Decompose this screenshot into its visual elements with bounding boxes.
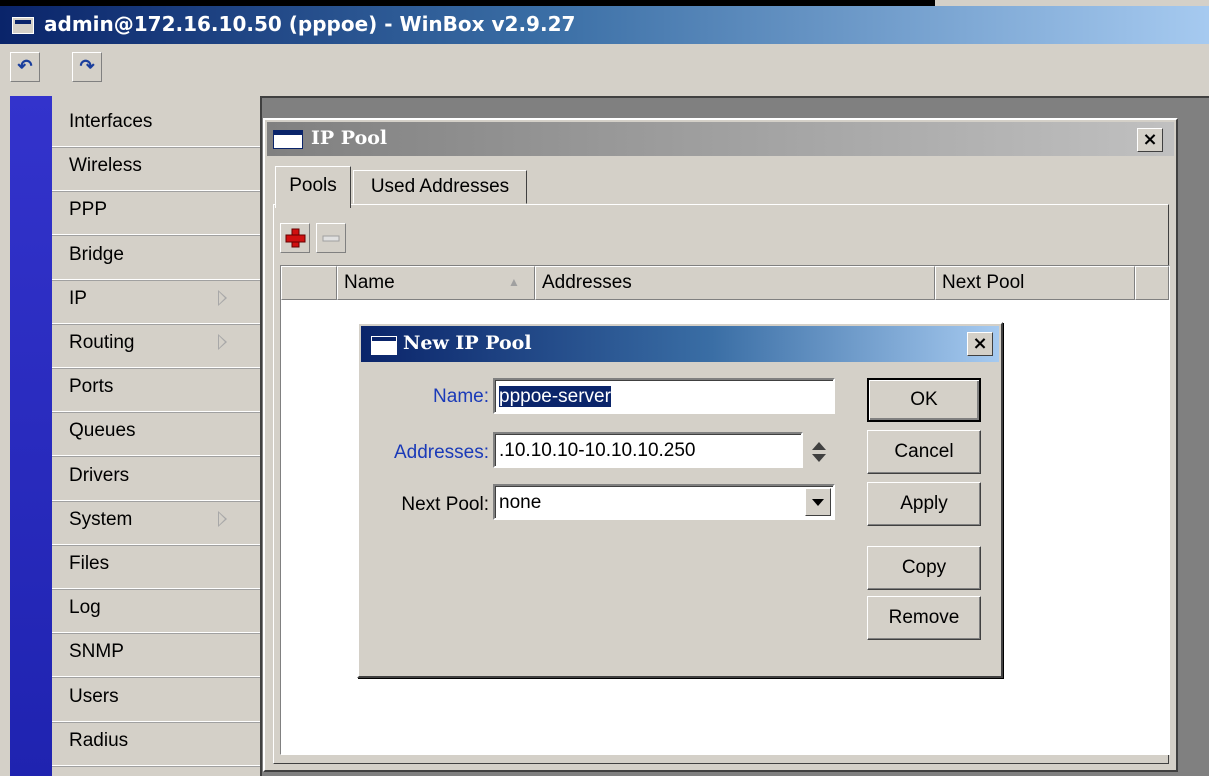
- remove-button[interactable]: [316, 223, 346, 253]
- addresses-value: .10.10.10-10.10.10.250: [499, 440, 696, 461]
- sidebar-menu: Interfaces Wireless PPP Bridge IP Routing Port…: [52, 96, 260, 776]
- undo-button[interactable]: ↶: [10, 52, 40, 82]
- sidebar-item-label: Routing: [69, 332, 135, 353]
- ip-pool-title-bar[interactable]: IP Pool: [267, 122, 1174, 156]
- plus-icon: [285, 228, 306, 248]
- dialog-title: New IP Pool: [403, 332, 532, 354]
- dropdown-button[interactable]: [805, 488, 831, 516]
- up-down-arrows-icon: [812, 442, 826, 462]
- table-header-blank: [281, 266, 337, 300]
- sidebar-item-label: PPP: [69, 199, 108, 221]
- toolbar: ↶ ↷: [0, 44, 1209, 96]
- cancel-button[interactable]: Cancel: [867, 430, 981, 474]
- addresses-label: Addresses:: [393, 442, 489, 463]
- tab-pools[interactable]: Pools: [275, 166, 351, 208]
- sidebar-item-ip[interactable]: IP: [52, 279, 260, 324]
- sidebar-item-snmp[interactable]: SNMP: [52, 632, 260, 678]
- chevron-down-icon: [812, 499, 824, 506]
- sidebar-item-label: SNMP: [69, 641, 124, 663]
- sidebar-item-label: Queues: [69, 420, 136, 442]
- sidebar-item-label: Drivers: [69, 464, 130, 486]
- window-icon: [371, 336, 397, 355]
- column-addresses-label: Addresses: [542, 272, 632, 293]
- tab-used-addresses-label: Used Addresses: [370, 176, 510, 197]
- column-next-pool-label: Next Pool: [942, 272, 1025, 293]
- sidebar-item-label: Files: [69, 553, 110, 574]
- window-icon: [273, 130, 303, 149]
- sidebar-item-ports[interactable]: Ports: [52, 367, 260, 413]
- tab-used-addresses[interactable]: Used Addresses: [353, 170, 527, 204]
- sidebar-item-label: System: [69, 508, 133, 530]
- sidebar-item-users[interactable]: Users: [52, 677, 260, 722]
- sidebar-item-label: Users: [69, 685, 119, 707]
- column-addresses-header[interactable]: Addresses: [535, 266, 935, 300]
- sidebar-item-label: IP: [69, 287, 87, 309]
- window-icon: [12, 17, 34, 34]
- close-icon: ×: [972, 333, 988, 354]
- main-title-bar[interactable]: admin@172.16.10.50 (pppoe) - WinBox v2.9…: [0, 6, 1209, 44]
- sidebar-item-interfaces[interactable]: Interfaces: [52, 102, 260, 147]
- sidebar-item-files[interactable]: Files: [52, 544, 260, 589]
- column-next-pool-header[interactable]: Next Pool: [935, 266, 1135, 300]
- sidebar-item-label: Ports: [69, 376, 114, 398]
- column-name-header[interactable]: Name ▲: [337, 266, 535, 300]
- ip-pool-close-button[interactable]: ×: [1137, 128, 1163, 152]
- apply-button[interactable]: Apply: [867, 482, 981, 526]
- name-field[interactable]: pppoe-server: [493, 378, 835, 414]
- name-label: Name:: [433, 386, 489, 407]
- new-ip-pool-dialog: New IP Pool × Name: pppoe-server Address…: [357, 322, 1003, 678]
- close-icon: ×: [1142, 129, 1158, 150]
- sidebar-item-label: Log: [69, 597, 101, 619]
- submenu-arrow-icon: [218, 334, 227, 350]
- redo-button[interactable]: ↷: [72, 52, 102, 82]
- sidebar-item-log[interactable]: Log: [52, 588, 260, 634]
- undo-icon: ↶: [17, 56, 33, 76]
- remove-button[interactable]: Remove: [867, 596, 981, 640]
- dialog-title-bar[interactable]: New IP Pool: [361, 326, 999, 362]
- sidebar-item-ppp[interactable]: PPP: [52, 190, 260, 236]
- sidebar-item-queues[interactable]: Queues: [52, 411, 260, 457]
- dialog-close-button[interactable]: ×: [967, 332, 993, 356]
- minus-icon: [322, 235, 340, 242]
- ip-pool-title: IP Pool: [311, 127, 388, 149]
- sidebar-item-drivers[interactable]: Drivers: [52, 456, 260, 501]
- add-button[interactable]: [280, 223, 310, 253]
- name-value: pppoe-server: [499, 386, 611, 407]
- submenu-arrow-icon: [218, 510, 227, 527]
- column-name-label: Name: [344, 272, 395, 293]
- next-pool-select[interactable]: none: [493, 484, 835, 520]
- sidebar-item-routing[interactable]: Routing: [52, 323, 260, 368]
- redo-icon: ↷: [79, 56, 95, 76]
- sidebar-item-label: Interfaces: [69, 111, 153, 132]
- sidebar-item-system[interactable]: System: [52, 500, 260, 545]
- sidebar-item-wireless[interactable]: Wireless: [52, 146, 260, 192]
- next-pool-label: Next Pool:: [401, 494, 489, 515]
- sidebar-strip: [10, 96, 52, 776]
- tab-pools-label: Pools: [289, 175, 337, 196]
- submenu-arrow-icon: [218, 289, 227, 306]
- window-title: admin@172.16.10.50 (pppoe) - WinBox v2.9…: [44, 12, 576, 36]
- next-pool-value: none: [499, 492, 542, 513]
- ok-button[interactable]: OK: [867, 378, 981, 422]
- sidebar-item-radius[interactable]: Radius: [52, 721, 260, 766]
- copy-button[interactable]: Copy: [867, 546, 981, 590]
- table-header-filler: [1135, 266, 1169, 300]
- sidebar-item-label: Bridge: [69, 243, 124, 265]
- sidebar-item-label: Radius: [69, 729, 129, 751]
- sidebar-item-bridge[interactable]: Bridge: [52, 235, 260, 280]
- addresses-field[interactable]: .10.10.10-10.10.10.250: [493, 432, 803, 468]
- sidebar-item-label: Wireless: [69, 155, 142, 177]
- sort-asc-icon: ▲: [508, 275, 520, 289]
- addresses-spinner[interactable]: [809, 440, 829, 464]
